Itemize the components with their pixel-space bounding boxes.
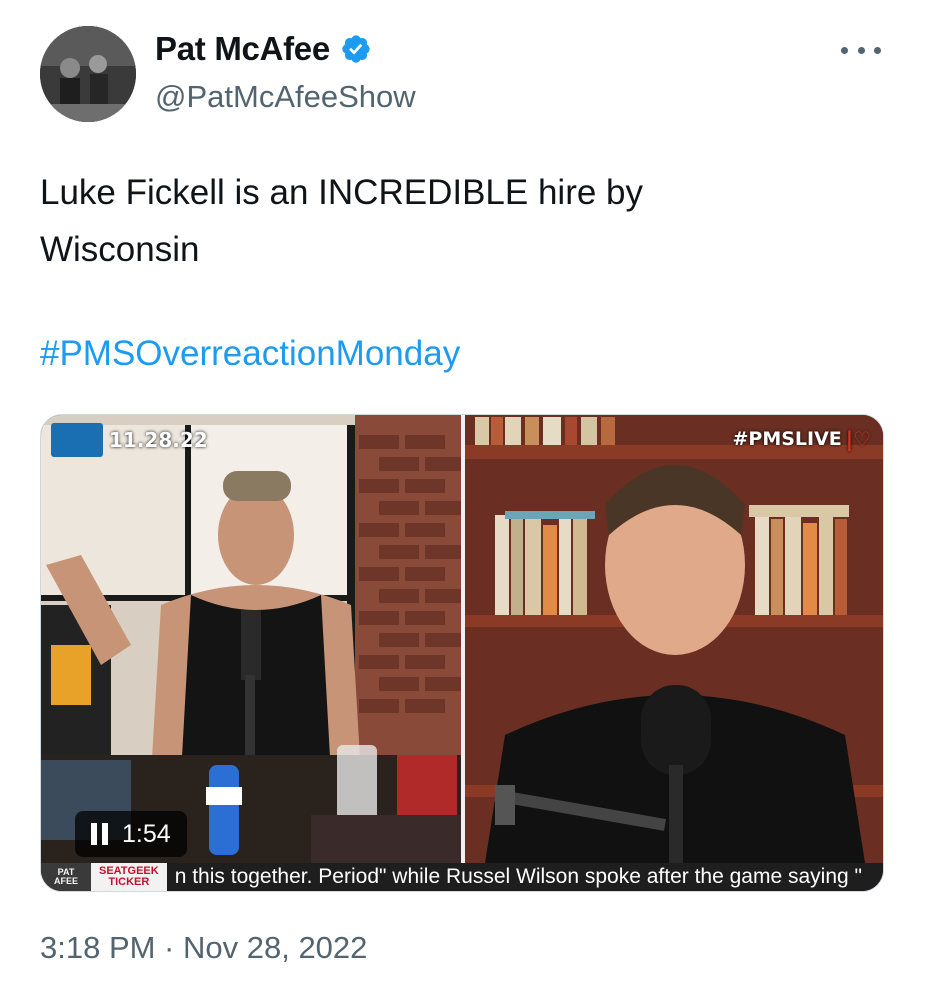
show-logo	[51, 423, 103, 457]
video-frame-left: 11.28.22	[41, 415, 461, 863]
tweet-timestamp[interactable]: 3:18 PM · Nov 28, 2022	[40, 930, 367, 966]
author-handle[interactable]: @PatMcAfeeShow	[155, 79, 416, 115]
more-dot	[841, 46, 848, 54]
live-tag-text: #PMSLIVE	[732, 428, 842, 450]
verified-badge-icon	[340, 33, 372, 65]
more-options-icon[interactable]	[841, 38, 881, 62]
video-duration: 1:54	[122, 819, 171, 848]
video-player[interactable]: 11.28.22 #PMSLIVE |♡ PAT AFEE SEATGEEK T…	[40, 414, 884, 892]
avatar-image	[40, 26, 136, 122]
ticker-sponsor: SEATGEEK TICKER	[91, 863, 167, 891]
tweet-text: Luke Fickell is an INCREDIBLE hire by Wi…	[40, 173, 643, 269]
heart-icon: |♡	[845, 427, 871, 451]
show-brand-logo: PAT AFEE	[41, 863, 91, 891]
ticker-text: n this together. Period" while Russel Wi…	[174, 865, 862, 888]
date-overlay: 11.28.22	[51, 423, 208, 457]
author-display-name[interactable]: Pat McAfee	[155, 30, 330, 68]
bookshelf-scene	[465, 415, 883, 863]
studio-scene	[41, 415, 461, 863]
author-avatar[interactable]	[40, 26, 136, 122]
playback-control[interactable]: 1:54	[75, 811, 187, 857]
more-dot	[857, 46, 865, 54]
video-frame-right: #PMSLIVE |♡	[465, 415, 883, 863]
pause-icon[interactable]	[91, 823, 108, 845]
date-overlay-text: 11.28.22	[109, 428, 208, 452]
news-ticker: PAT AFEE SEATGEEK TICKER n this together.…	[41, 863, 883, 891]
author-name-row: Pat McAfee	[155, 30, 372, 68]
hashtag-link[interactable]: #PMSOverreactionMonday	[40, 334, 460, 374]
live-tag: #PMSLIVE |♡	[732, 427, 871, 451]
more-dot	[874, 46, 881, 54]
sponsor-line-2: TICKER	[108, 876, 150, 888]
